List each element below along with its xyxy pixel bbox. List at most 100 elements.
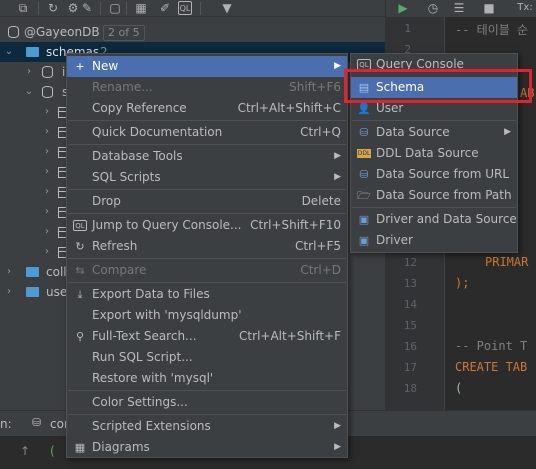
- menu-separator: [68, 414, 346, 415]
- menu-item-label: SQL Scripts: [92, 170, 161, 184]
- folder-icon: [26, 267, 39, 277]
- chevron-right-icon[interactable]: ›: [4, 262, 14, 282]
- chevron-right-icon[interactable]: ›: [42, 242, 52, 262]
- menu-item-label: Color Settings...: [92, 395, 188, 409]
- table-icon[interactable]: ▦: [134, 1, 148, 15]
- menu-item-drop[interactable]: Drop Delete: [67, 191, 347, 212]
- menu-item-label: Copy Reference: [92, 101, 187, 115]
- chevron-right-icon[interactable]: ›: [42, 222, 52, 242]
- menu-separator: [352, 207, 516, 208]
- menu-item-jump-to-query-console[interactable]: QL Jump to Query Console... Ctrl+Shift+F…: [67, 215, 347, 236]
- chevron-right-icon[interactable]: ›: [24, 62, 34, 82]
- menu-item-diagrams[interactable]: ▦ Diagrams ▶: [67, 437, 347, 458]
- menu-item-label: Diagrams: [92, 440, 150, 454]
- tx-label[interactable]: Tx:: [514, 1, 536, 15]
- submenu-item-ds-from-url[interactable]: ⛁ Data Source from URL: [351, 164, 517, 185]
- list-icon[interactable]: ☰: [452, 1, 466, 15]
- edit-icon[interactable]: ✎: [80, 1, 94, 15]
- menu-item-copy-reference[interactable]: Copy Reference Ctrl+Alt+Shift+C: [67, 98, 347, 119]
- menu-item-rename[interactable]: Rename... Shift+F6: [67, 77, 347, 98]
- menu-item-label: New: [92, 59, 119, 73]
- menu-item-label: Rename...: [92, 80, 153, 94]
- chevron-right-icon[interactable]: ›: [42, 122, 52, 142]
- search-icon: ⚲: [75, 330, 85, 343]
- submenu-item-label: Data Source from Path: [376, 188, 512, 202]
- line-number: 13: [403, 277, 417, 290]
- submenu-item-label: Driver and Data Source: [376, 212, 517, 226]
- menu-item-refresh[interactable]: ↻ Refresh Ctrl+F5: [67, 236, 347, 257]
- sql-icon[interactable]: QL: [178, 1, 192, 15]
- menu-item-export-data-to-files[interactable]: ⤓ Export Data to Files: [67, 284, 347, 305]
- submenu-item-ddl-data-source[interactable]: DDL DDL Data Source: [351, 143, 517, 164]
- shortcut-label: Ctrl+Alt+Shift+F: [239, 329, 341, 343]
- line-number: 14: [403, 298, 417, 311]
- code-line: );: [455, 276, 470, 290]
- menu-item-scripted-extensions[interactable]: Scripted Extensions ▶: [67, 416, 347, 437]
- run-green-icon[interactable]: (: [50, 444, 55, 458]
- chevron-right-icon[interactable]: ›: [42, 142, 52, 162]
- chevron-right-icon[interactable]: ›: [42, 102, 52, 122]
- menu-item-label: Full-Text Search...: [92, 329, 197, 343]
- menu-item-database-tools[interactable]: Database Tools ▶: [67, 146, 347, 167]
- toolbar-separator: [38, 2, 39, 15]
- submenu-arrow-icon: ▶: [334, 61, 341, 71]
- settings-icon[interactable]: ⚙: [66, 1, 80, 15]
- submenu-item-ds-from-path[interactable]: 🗁 Data Source from Path: [351, 185, 517, 206]
- refresh-icon[interactable]: ↻: [46, 1, 60, 15]
- run-icon[interactable]: ▶: [396, 1, 410, 15]
- ddl-icon: DDL: [357, 149, 371, 158]
- submenu-arrow-icon: ▶: [334, 421, 341, 431]
- export-icon: ⤓: [77, 288, 83, 301]
- square-icon[interactable]: ▢: [108, 1, 122, 15]
- toolbar-separator: [200, 2, 201, 15]
- chevron-right-icon[interactable]: ›: [42, 202, 52, 222]
- submenu-item-label: DDL Data Source: [376, 146, 479, 160]
- chevron-down-icon[interactable]: ⌄: [4, 42, 14, 62]
- refresh-icon: ↻: [75, 240, 85, 253]
- datasource-badge: 2 of 5: [103, 25, 145, 41]
- menu-item-compare[interactable]: ⇆ Compare Ctrl+D: [67, 260, 347, 281]
- console-icon: QL: [73, 220, 87, 231]
- chevron-down-icon[interactable]: ⌄: [24, 82, 34, 102]
- submenu-item-label: Data Source from URL: [376, 167, 510, 181]
- menu-item-restore-mysql[interactable]: Restore with 'mysql': [67, 368, 347, 389]
- menu-separator: [68, 258, 346, 259]
- line-number: 15: [403, 319, 417, 332]
- menu-item-label: Jump to Query Console...: [92, 218, 242, 232]
- chevron-right-icon[interactable]: ›: [4, 282, 14, 302]
- menu-item-label: Quick Documentation: [92, 125, 223, 139]
- menu-item-run-sql-script[interactable]: Run SQL Script...: [67, 347, 347, 368]
- filter-icon[interactable]: ▼: [220, 1, 234, 15]
- schema-label: i: [62, 65, 66, 79]
- database-icon: ⛁: [359, 168, 369, 181]
- stop-icon[interactable]: ■: [482, 1, 496, 15]
- line-number: 12: [403, 256, 417, 269]
- code-line: PRIMAR: [485, 255, 529, 269]
- submenu-arrow-icon: ▶: [334, 151, 341, 161]
- menu-separator: [68, 144, 346, 145]
- menu-item-new[interactable]: + New ▶: [67, 56, 347, 77]
- submenu-item-driver[interactable]: ▣ Driver: [351, 230, 517, 251]
- submenu-item-data-source[interactable]: ⛁ Data Source ▶: [351, 122, 517, 143]
- chevron-right-icon[interactable]: ›: [42, 182, 52, 202]
- submenu-item-driver-and-ds[interactable]: ▣ Driver and Data Source: [351, 209, 517, 230]
- toolbar-separator: [126, 2, 127, 15]
- shortcut-label: Shift+F6: [289, 80, 341, 94]
- menu-item-label: Export Data to Files: [92, 287, 210, 301]
- chevron-right-icon[interactable]: ›: [42, 162, 52, 182]
- menu-item-sql-scripts[interactable]: SQL Scripts ▶: [67, 167, 347, 188]
- driver-icon: ▣: [358, 213, 370, 226]
- history-icon[interactable]: ◷: [426, 1, 440, 15]
- copy-icon[interactable]: ⧉: [16, 1, 30, 15]
- submenu-item-label: Data Source: [376, 125, 450, 139]
- diagram-icon: ▦: [74, 441, 86, 454]
- menu-item-color-settings[interactable]: Color Settings...: [67, 392, 347, 413]
- up-arrow-icon[interactable]: ↑: [20, 444, 30, 458]
- menu-item-quick-documentation[interactable]: Quick Documentation Ctrl+Q: [67, 122, 347, 143]
- menu-item-export-mysqldump[interactable]: Export with 'mysqldump': [67, 305, 347, 326]
- submenu-arrow-icon: ▶: [334, 172, 341, 182]
- line-number: 17: [403, 361, 417, 374]
- pencil-icon[interactable]: ✐: [158, 1, 172, 15]
- tree-row-datasource[interactable]: @GayeonDB 2 of 5: [0, 22, 385, 42]
- menu-item-full-text-search[interactable]: ⚲ Full-Text Search... Ctrl+Alt+Shift+F: [67, 326, 347, 347]
